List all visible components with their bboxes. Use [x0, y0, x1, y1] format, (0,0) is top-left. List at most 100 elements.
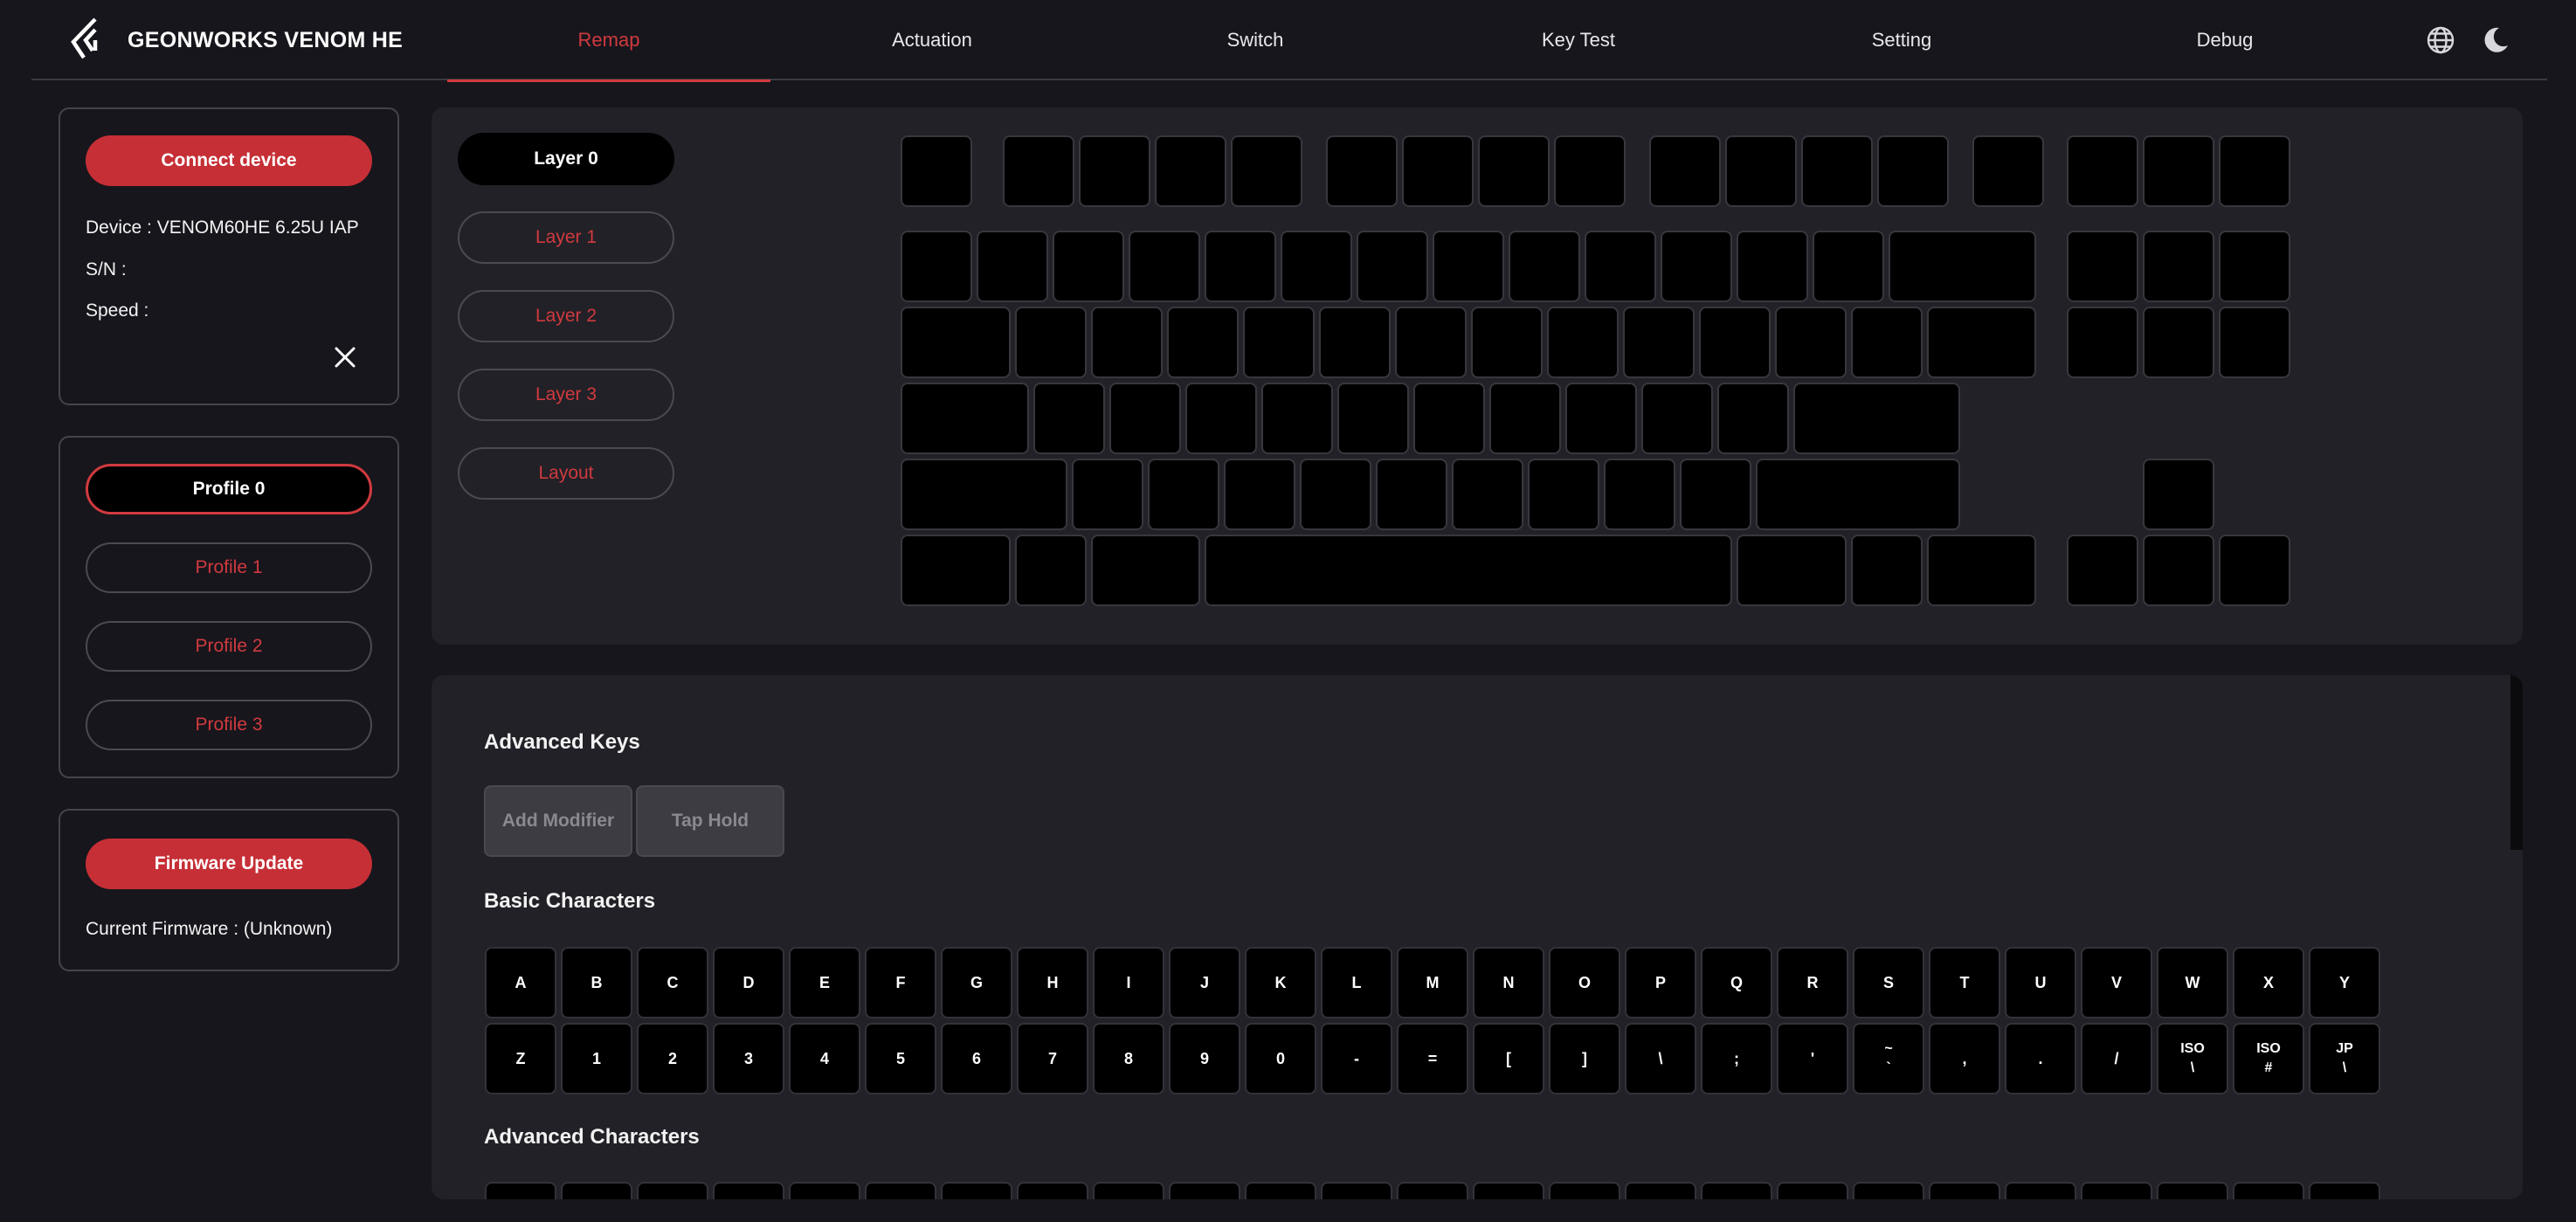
keycode-button[interactable]: 4: [789, 1023, 860, 1094]
keycode-button[interactable]: I: [1093, 947, 1164, 1018]
keycode-button[interactable]: ;: [1701, 1023, 1772, 1094]
keyboard-key[interactable]: [2067, 306, 2139, 378]
advanced-keycode-button[interactable]: [1473, 1182, 1544, 1199]
keyboard-key[interactable]: [1375, 458, 1447, 530]
keycode-button[interactable]: 1: [561, 1023, 632, 1094]
keyboard-key[interactable]: [1724, 135, 1797, 207]
keyboard-key[interactable]: [1129, 230, 1200, 302]
keycode-button[interactable]: ': [1777, 1023, 1848, 1094]
keycode-button[interactable]: 8: [1093, 1023, 1164, 1094]
keyboard-key[interactable]: [2067, 534, 2139, 606]
keyboard-key[interactable]: [1451, 458, 1523, 530]
moon-icon[interactable]: [2480, 24, 2511, 56]
advanced-keycode-button[interactable]: [941, 1182, 1012, 1199]
keyboard-key[interactable]: [1527, 458, 1599, 530]
keycode-button[interactable]: X: [2233, 947, 2304, 1018]
keycode-button[interactable]: W: [2157, 947, 2228, 1018]
keyboard-key[interactable]: [1079, 135, 1151, 207]
keycode-button[interactable]: M: [1397, 947, 1468, 1018]
keycode-button[interactable]: 7: [1017, 1023, 1088, 1094]
advanced-keycode-button[interactable]: [1777, 1182, 1848, 1199]
advanced-keycode-button[interactable]: [713, 1182, 784, 1199]
keyboard-key[interactable]: [1090, 534, 1200, 606]
profile-1-button[interactable]: Profile 1: [86, 542, 372, 593]
keycode-button[interactable]: U: [2005, 947, 2076, 1018]
keyboard-key[interactable]: [1546, 306, 1619, 378]
keycode-button[interactable]: .: [2005, 1023, 2076, 1094]
advanced-keycode-button[interactable]: [865, 1182, 936, 1199]
keycode-button[interactable]: ]: [1549, 1023, 1620, 1094]
advanced-keycode-button[interactable]: [1245, 1182, 1316, 1199]
advanced-keycode-button[interactable]: [485, 1182, 556, 1199]
keycode-button[interactable]: T: [1929, 947, 2000, 1018]
keyboard-key[interactable]: [1717, 382, 1790, 454]
keyboard-key[interactable]: [1737, 230, 1808, 302]
keyboard-key[interactable]: [1205, 230, 1276, 302]
layer-1-button[interactable]: Layer 1: [458, 211, 674, 264]
keyboard-key[interactable]: [1433, 230, 1504, 302]
keyboard-key[interactable]: [1003, 135, 1075, 207]
tab-setting[interactable]: Setting: [1740, 0, 2063, 80]
keyboard-key[interactable]: [2219, 135, 2291, 207]
keyboard-key[interactable]: [1014, 306, 1087, 378]
keycode-button[interactable]: A: [485, 947, 556, 1018]
keyboard-key[interactable]: [2143, 230, 2215, 302]
advanced-keycode-button[interactable]: [637, 1182, 708, 1199]
tab-actuation[interactable]: Actuation: [770, 0, 1094, 80]
advanced-keycode-button[interactable]: [1169, 1182, 1240, 1199]
keyboard-key[interactable]: [1698, 306, 1771, 378]
keycode-button[interactable]: C: [637, 947, 708, 1018]
keycode-button[interactable]: 9: [1169, 1023, 1240, 1094]
keyboard-key[interactable]: [2143, 534, 2215, 606]
tab-key-test[interactable]: Key Test: [1417, 0, 1740, 80]
keyboard-key[interactable]: [1357, 230, 1428, 302]
layout-button[interactable]: Layout: [458, 447, 674, 500]
layer-0-button[interactable]: Layer 0: [458, 133, 674, 185]
keyboard-key[interactable]: [2143, 458, 2215, 530]
keyboard-key[interactable]: [901, 382, 1030, 454]
advanced-keycode-button[interactable]: [1929, 1182, 2000, 1199]
advanced-keycode-button[interactable]: [1017, 1182, 1088, 1199]
keyboard-key[interactable]: [1850, 534, 1923, 606]
keyboard-key[interactable]: [2219, 306, 2291, 378]
keycode-button[interactable]: Q: [1701, 947, 1772, 1018]
advanced-keycode-button[interactable]: [2233, 1182, 2304, 1199]
keyboard-key[interactable]: [901, 230, 972, 302]
layer-2-button[interactable]: Layer 2: [458, 290, 674, 342]
keyboard-key[interactable]: [901, 135, 972, 207]
keycode-button[interactable]: Z: [485, 1023, 556, 1094]
keyboard-key[interactable]: [1679, 458, 1751, 530]
advanced-keycode-button[interactable]: [1853, 1182, 1924, 1199]
advanced-keycode-button[interactable]: [1549, 1182, 1620, 1199]
keyboard-key[interactable]: [1394, 306, 1467, 378]
keyboard-key[interactable]: [1603, 458, 1675, 530]
keycode-button[interactable]: 2: [637, 1023, 708, 1094]
keyboard-key[interactable]: [2143, 135, 2215, 207]
keycode-button[interactable]: N: [1473, 947, 1544, 1018]
keycode-button[interactable]: V: [2081, 947, 2152, 1018]
keycode-button[interactable]: G: [941, 947, 1012, 1018]
keycode-button[interactable]: K: [1245, 947, 1316, 1018]
keycode-button[interactable]: P: [1625, 947, 1696, 1018]
tap-hold-button[interactable]: Tap Hold: [636, 785, 784, 857]
keyboard-key[interactable]: [1554, 135, 1626, 207]
keycode-button[interactable]: ~ `: [1853, 1023, 1924, 1094]
keyboard-key[interactable]: [1755, 458, 1960, 530]
keyboard-key[interactable]: [2067, 135, 2139, 207]
keyboard-key[interactable]: [1813, 230, 1884, 302]
keycode-button[interactable]: Y: [2309, 947, 2380, 1018]
profile-2-button[interactable]: Profile 2: [86, 621, 372, 672]
keyboard-key[interactable]: [1478, 135, 1550, 207]
advanced-keycode-button[interactable]: [561, 1182, 632, 1199]
profile-3-button[interactable]: Profile 3: [86, 700, 372, 750]
keycode-button[interactable]: B: [561, 947, 632, 1018]
keyboard-key[interactable]: [1622, 306, 1695, 378]
keyboard-key[interactable]: [1793, 382, 1960, 454]
keyboard-key[interactable]: [1509, 230, 1580, 302]
keyboard-key[interactable]: [1800, 135, 1873, 207]
advanced-keycode-button[interactable]: [2081, 1182, 2152, 1199]
keycode-button[interactable]: 0: [1245, 1023, 1316, 1094]
keycode-button[interactable]: J: [1169, 947, 1240, 1018]
keycode-button[interactable]: \: [1625, 1023, 1696, 1094]
keycode-button[interactable]: 3: [713, 1023, 784, 1094]
